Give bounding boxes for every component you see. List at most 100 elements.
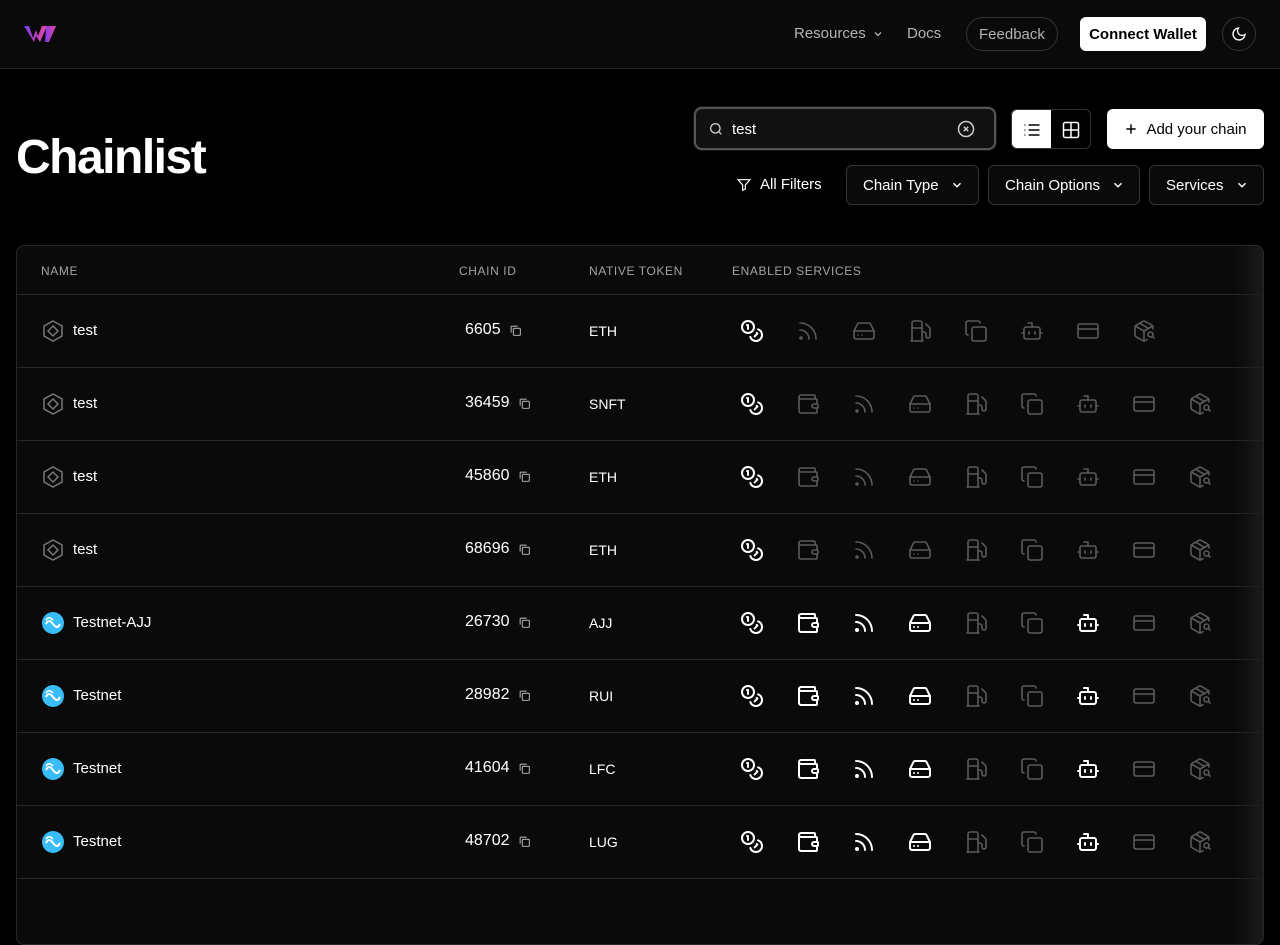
- copy-icon[interactable]: [509, 324, 522, 337]
- bridge-service-icon[interactable]: [1020, 611, 1044, 635]
- bridge-service-icon[interactable]: [1020, 392, 1044, 416]
- storage-service-icon[interactable]: [908, 830, 932, 854]
- gas-service-icon[interactable]: [908, 319, 932, 343]
- wallet-service-icon[interactable]: [796, 392, 820, 416]
- wallet-service-icon[interactable]: [796, 757, 820, 781]
- payments-service-icon[interactable]: [1132, 757, 1156, 781]
- payments-service-icon[interactable]: [1132, 611, 1156, 635]
- explorer-service-icon[interactable]: [1188, 392, 1212, 416]
- table-row[interactable]: Testnet 28982 RUI: [17, 660, 1263, 733]
- bot-service-icon[interactable]: [1076, 538, 1100, 562]
- copy-icon[interactable]: [518, 616, 531, 629]
- gas-service-icon[interactable]: [964, 611, 988, 635]
- chain-name[interactable]: test: [73, 541, 97, 558]
- gas-service-icon[interactable]: [964, 830, 988, 854]
- table-row[interactable]: test 68696 ETH: [17, 514, 1263, 587]
- storage-service-icon[interactable]: [908, 684, 932, 708]
- storage-service-icon[interactable]: [908, 392, 932, 416]
- chain-type-filter[interactable]: Chain Type: [846, 165, 979, 205]
- chain-name[interactable]: Testnet: [73, 687, 121, 704]
- explorer-service-icon[interactable]: [1188, 830, 1212, 854]
- thirdweb-logo-icon[interactable]: [24, 24, 56, 44]
- faucet-service-icon[interactable]: [740, 830, 764, 854]
- chain-name[interactable]: test: [73, 395, 97, 412]
- payments-service-icon[interactable]: [1132, 684, 1156, 708]
- nav-resources[interactable]: Resources: [794, 25, 884, 42]
- bridge-service-icon[interactable]: [1020, 538, 1044, 562]
- explorer-service-icon[interactable]: [1188, 538, 1212, 562]
- faucet-service-icon[interactable]: [740, 684, 764, 708]
- explorer-service-icon[interactable]: [1188, 465, 1212, 489]
- rpc-service-icon[interactable]: [852, 830, 876, 854]
- wallet-service-icon[interactable]: [796, 611, 820, 635]
- bot-service-icon[interactable]: [1076, 465, 1100, 489]
- faucet-service-icon[interactable]: [740, 319, 764, 343]
- payments-service-icon[interactable]: [1132, 830, 1156, 854]
- payments-service-icon[interactable]: [1132, 465, 1156, 489]
- gas-service-icon[interactable]: [964, 465, 988, 489]
- storage-service-icon[interactable]: [908, 611, 932, 635]
- chain-options-filter[interactable]: Chain Options: [988, 165, 1140, 205]
- rpc-service-icon[interactable]: [852, 684, 876, 708]
- table-row[interactable]: Testnet 41604 LFC: [17, 733, 1263, 806]
- chain-name[interactable]: Testnet-AJJ: [73, 614, 151, 631]
- gas-service-icon[interactable]: [964, 684, 988, 708]
- bot-service-icon[interactable]: [1076, 757, 1100, 781]
- explorer-service-icon[interactable]: [1188, 611, 1212, 635]
- services-filter[interactable]: Services: [1149, 165, 1264, 205]
- copy-icon[interactable]: [518, 397, 531, 410]
- chain-name[interactable]: Testnet: [73, 833, 121, 850]
- copy-icon[interactable]: [518, 543, 531, 556]
- gas-service-icon[interactable]: [964, 757, 988, 781]
- table-row[interactable]: Testnet-AJJ 26730 AJJ: [17, 587, 1263, 660]
- bridge-service-icon[interactable]: [1020, 830, 1044, 854]
- table-row[interactable]: Testnet 48702 LUG: [17, 806, 1263, 879]
- connect-wallet-button[interactable]: Connect Wallet: [1080, 17, 1206, 51]
- rpc-service-icon[interactable]: [852, 611, 876, 635]
- chain-name[interactable]: test: [73, 322, 97, 339]
- bot-service-icon[interactable]: [1020, 319, 1044, 343]
- copy-icon[interactable]: [518, 835, 531, 848]
- explorer-service-icon[interactable]: [1132, 319, 1156, 343]
- grid-view-button[interactable]: [1051, 110, 1090, 148]
- add-chain-button[interactable]: Add your chain: [1107, 109, 1264, 149]
- table-row[interactable]: test 45860 ETH: [17, 441, 1263, 514]
- wallet-service-icon[interactable]: [796, 684, 820, 708]
- feedback-button[interactable]: Feedback: [966, 17, 1058, 51]
- rpc-service-icon[interactable]: [852, 538, 876, 562]
- bot-service-icon[interactable]: [1076, 392, 1100, 416]
- all-filters-button[interactable]: All Filters: [736, 176, 822, 193]
- rpc-service-icon[interactable]: [796, 319, 820, 343]
- search-input[interactable]: [732, 117, 942, 141]
- wallet-service-icon[interactable]: [796, 465, 820, 489]
- copy-icon[interactable]: [518, 689, 531, 702]
- payments-service-icon[interactable]: [1132, 538, 1156, 562]
- bot-service-icon[interactable]: [1076, 830, 1100, 854]
- storage-service-icon[interactable]: [908, 538, 932, 562]
- theme-toggle-button[interactable]: [1222, 17, 1256, 51]
- explorer-service-icon[interactable]: [1188, 684, 1212, 708]
- bridge-service-icon[interactable]: [1020, 684, 1044, 708]
- list-view-button[interactable]: [1012, 110, 1051, 148]
- chain-name[interactable]: test: [73, 468, 97, 485]
- rpc-service-icon[interactable]: [852, 392, 876, 416]
- rpc-service-icon[interactable]: [852, 465, 876, 489]
- faucet-service-icon[interactable]: [740, 611, 764, 635]
- clear-search-icon[interactable]: [957, 120, 975, 138]
- chain-name[interactable]: Testnet: [73, 760, 121, 777]
- wallet-service-icon[interactable]: [796, 538, 820, 562]
- bridge-service-icon[interactable]: [1020, 757, 1044, 781]
- gas-service-icon[interactable]: [964, 538, 988, 562]
- rpc-service-icon[interactable]: [852, 757, 876, 781]
- payments-service-icon[interactable]: [1076, 319, 1100, 343]
- gas-service-icon[interactable]: [964, 392, 988, 416]
- bot-service-icon[interactable]: [1076, 611, 1100, 635]
- copy-icon[interactable]: [518, 470, 531, 483]
- storage-service-icon[interactable]: [852, 319, 876, 343]
- copy-icon[interactable]: [518, 762, 531, 775]
- storage-service-icon[interactable]: [908, 465, 932, 489]
- table-row[interactable]: test 6605 ETH: [17, 295, 1263, 368]
- faucet-service-icon[interactable]: [740, 392, 764, 416]
- nav-docs[interactable]: Docs: [907, 25, 941, 42]
- faucet-service-icon[interactable]: [740, 465, 764, 489]
